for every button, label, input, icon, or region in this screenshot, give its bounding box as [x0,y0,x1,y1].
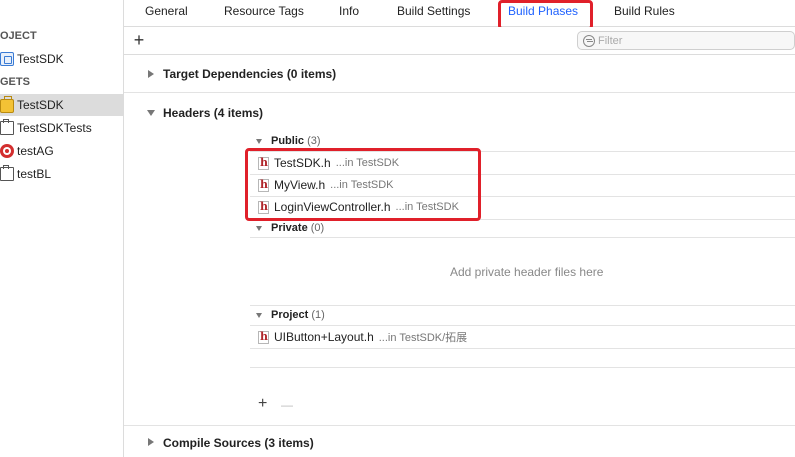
divider [250,237,795,238]
group-label: Project [271,309,309,321]
disclosure-down-icon[interactable] [256,226,262,231]
disclosure-down-icon[interactable] [147,110,155,116]
sidebar-item-label: TestSDK [17,52,64,66]
group-label: Private [271,222,308,234]
group-count: (3) [307,135,321,147]
header-file-icon [258,156,269,170]
sidebar-item-label: TestSDKTests [17,121,92,135]
tab-build-phases[interactable]: Build Phases [508,0,578,22]
filter-icon [583,35,595,47]
sidebar-item-label: testAG [17,144,54,158]
build-phases-content: Target Dependencies (0 items) Headers (4… [124,55,795,457]
test-bundle-icon [0,119,14,135]
sidebar-item-target-testag[interactable]: testAG [0,140,123,162]
header-file-row[interactable]: LoginViewController.h ...in TestSDK [258,196,459,218]
divider [250,219,795,220]
framework-icon [0,96,14,113]
sidebar-item-label: testBL [17,167,52,181]
add-phase-button[interactable]: + [131,31,147,49]
disclosure-right-icon[interactable] [148,438,154,446]
public-headers-group[interactable]: Public (3) [271,135,321,147]
phase-toolbar: + [124,27,795,55]
file-path: ...in TestSDK [335,157,400,169]
phase-title-headers: Headers (4 items) [163,106,264,120]
add-header-button[interactable]: + [258,396,267,412]
file-path: ...in TestSDK/拓展 [378,332,468,344]
project-headers-group[interactable]: Project (1) [271,309,325,321]
sidebar: OJECT TestSDK GETS TestSDK TestSDKTests … [0,0,124,457]
tab-build-rules[interactable]: Build Rules [614,0,675,22]
tab-general[interactable]: General [145,0,188,22]
file-path: ...in TestSDK [395,201,459,213]
header-file-icon [258,200,269,214]
header-file-row[interactable]: MyView.h ...in TestSDK [258,174,394,196]
private-placeholder: Add private header files here [450,265,604,279]
tab-bar: General Resource Tags Info Build Setting… [124,0,795,27]
group-count: (1) [311,309,325,321]
targets-section-header: GETS [0,76,30,88]
phase-title-compile-sources[interactable]: Compile Sources (3 items) [163,436,314,450]
project-section-header: OJECT [0,30,37,42]
file-name: TestSDK.h [274,156,331,170]
private-headers-group[interactable]: Private (0) [271,222,324,234]
divider [250,367,795,368]
project-icon [0,52,14,66]
disclosure-down-icon[interactable] [256,139,262,144]
phase-target-dependencies[interactable]: Target Dependencies (0 items) [124,55,795,93]
file-path: ...in TestSDK [330,179,394,191]
filter-field[interactable] [577,31,795,50]
sidebar-item-target-testsdk[interactable]: TestSDK [0,94,123,116]
target-icon [0,144,14,158]
header-file-icon [258,330,269,344]
group-label: Public [271,135,305,147]
phase-title: Target Dependencies (0 items) [163,67,337,81]
sidebar-item-project[interactable]: TestSDK [0,48,123,70]
divider [250,348,795,349]
file-name: LoginViewController.h [274,200,391,214]
tab-info[interactable]: Info [339,0,359,22]
tab-build-settings[interactable]: Build Settings [397,0,470,22]
file-name: MyView.h [274,178,326,192]
disclosure-right-icon[interactable] [148,70,154,78]
filter-input[interactable] [598,33,778,48]
header-file-row[interactable]: TestSDK.h ...in TestSDK [258,152,399,174]
header-file-row[interactable]: UIButton+Layout.h ...in TestSDK/拓展 [258,326,467,348]
remove-header-button[interactable]: — [281,397,293,413]
file-name: UIButton+Layout.h [274,330,374,344]
divider [124,425,795,426]
disclosure-down-icon[interactable] [256,313,262,318]
header-file-icon [258,178,269,192]
divider [250,305,795,306]
sidebar-item-target-testbl[interactable]: testBL [0,163,123,185]
tab-resource-tags[interactable]: Resource Tags [224,0,304,22]
sidebar-item-target-testsdktests[interactable]: TestSDKTests [0,117,123,139]
sidebar-item-label: TestSDK [17,98,64,112]
group-count: (0) [310,222,325,234]
bundle-icon [0,165,14,181]
